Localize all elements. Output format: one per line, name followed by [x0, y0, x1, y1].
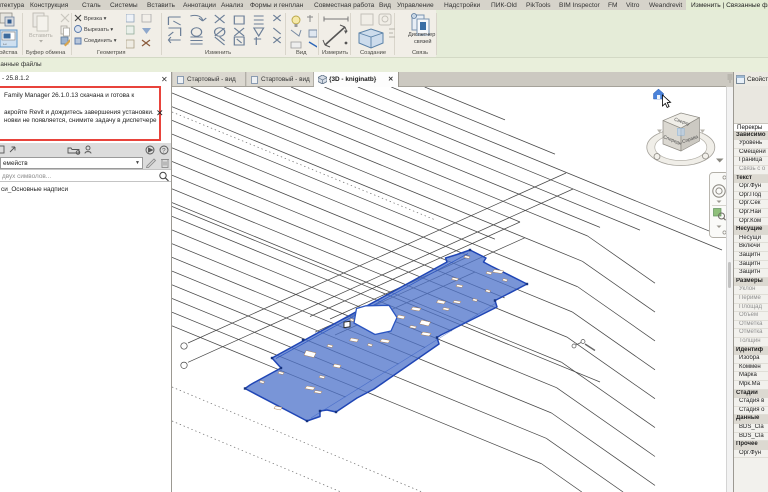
svg-text:↔: ↔	[2, 41, 8, 47]
svg-text:?: ?	[162, 148, 166, 155]
svg-text:Вставить: Вставить	[29, 33, 53, 39]
